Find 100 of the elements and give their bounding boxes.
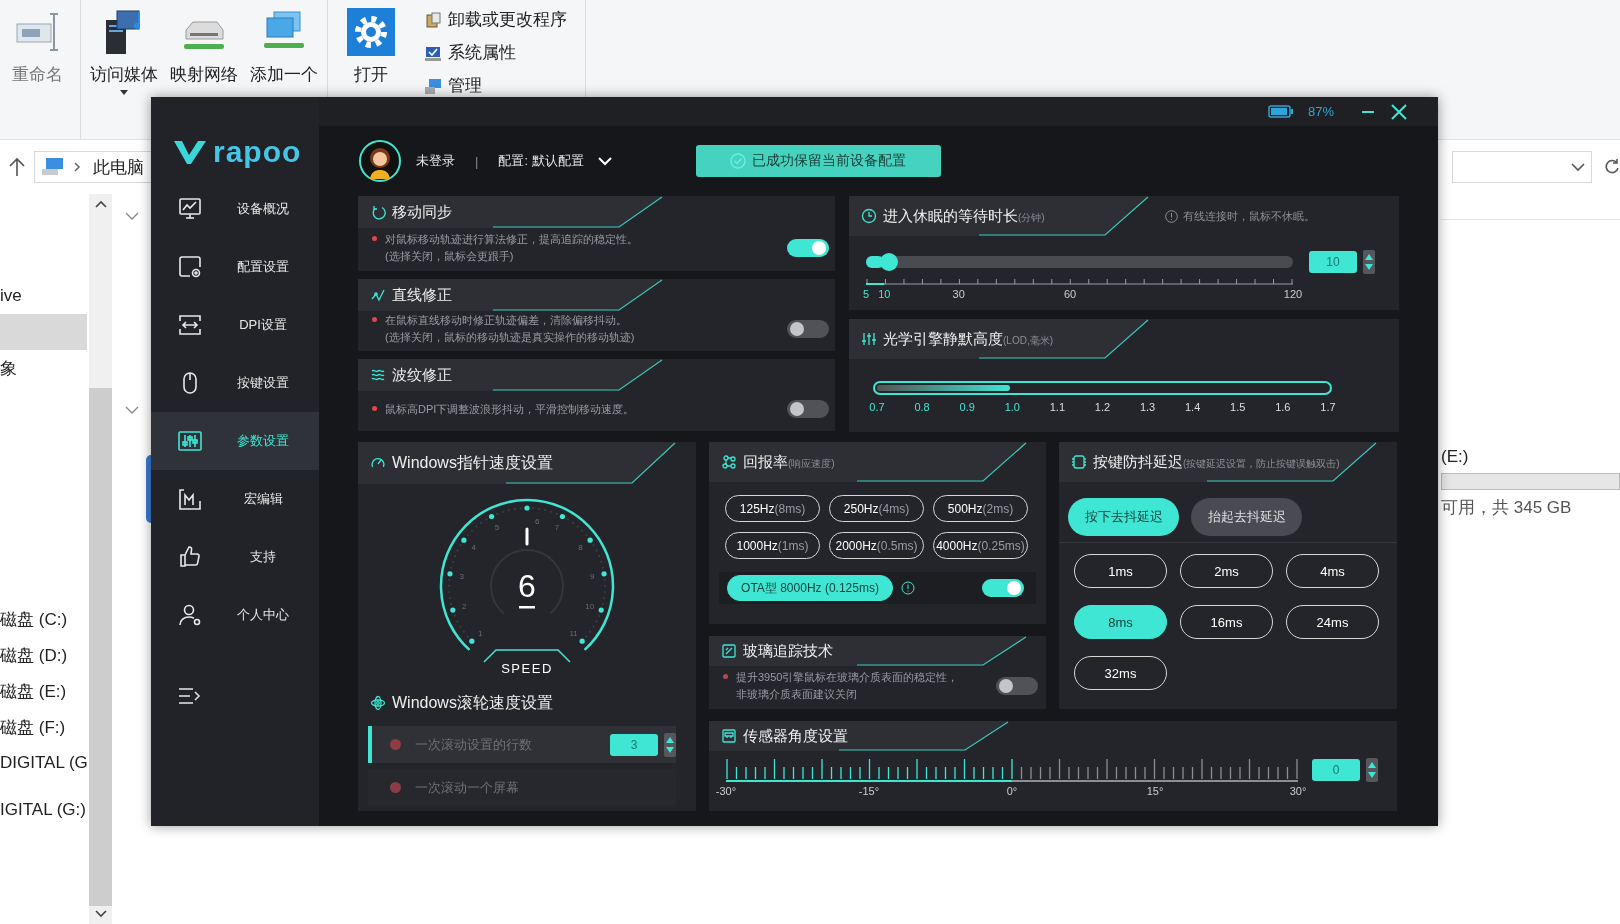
toggle-switch[interactable] (787, 238, 829, 257)
ribbon-link[interactable]: 系统属性 (424, 41, 567, 64)
resize-arrows-icon (177, 312, 203, 338)
delay-option[interactable]: 8ms (1074, 605, 1167, 639)
ribbon-button[interactable]: 重命名 (0, 4, 76, 86)
dial-scale-label: 10 (585, 602, 595, 612)
description-text: (选择关闭，鼠标会更跟手) (385, 248, 514, 264)
tree-item[interactable]: 磁盘 (C:) (0, 601, 87, 637)
tree-item[interactable]: ive (0, 278, 87, 314)
section-title: 传感器角度设置 (743, 726, 848, 746)
expand-chevron-icon[interactable] (125, 212, 139, 220)
waves-icon (370, 367, 386, 383)
axis-label: 1.0 (1003, 401, 1021, 413)
bullet-dot (372, 405, 377, 411)
radio-dot (390, 782, 401, 793)
section-title: 光学引擎静默高度(LOD,毫米) (883, 329, 1053, 349)
expand-chevron-icon[interactable] (125, 406, 139, 414)
axis-label: 120 (1283, 288, 1303, 300)
tree-item[interactable]: 象 (0, 350, 87, 386)
tree-item[interactable]: IGITAL (G:) (0, 792, 87, 828)
tree-item[interactable]: 磁盘 (D:) (0, 637, 87, 673)
section-title: Windows滚轮速度设置 (392, 692, 553, 713)
toggle-switch[interactable] (996, 676, 1038, 695)
sliders-icon (861, 331, 877, 347)
axis-label: 0.9 (958, 401, 976, 413)
ribbon-button[interactable]: 访问媒体 (85, 4, 163, 103)
tree-item[interactable]: 磁盘 (E:) (0, 673, 87, 709)
refresh-icon[interactable] (1604, 158, 1620, 176)
axis-label: -15° (858, 785, 880, 797)
description-text: 对鼠标移动轨迹进行算法修正，提高追踪的稳定性。 (385, 231, 638, 247)
ribbon-button[interactable]: 打开 (332, 4, 410, 86)
clock-icon (861, 208, 877, 224)
axis-label: 30 (952, 288, 965, 300)
rate-option[interactable]: OTA型 8000Hz (0.125ms) (727, 575, 893, 601)
toggle-switch[interactable] (787, 320, 829, 338)
mode-option[interactable]: 抬起去抖延迟 (1191, 498, 1302, 536)
logo-text: rapoo (213, 136, 302, 167)
dial-needle (525, 527, 529, 546)
mode-option[interactable]: 按下去抖延迟 (1068, 498, 1179, 536)
monitor-chart-icon (177, 196, 203, 222)
sidebar-item[interactable]: 配置设置 (151, 238, 319, 296)
status-banner[interactable]: 已成功保留当前设备配置 (695, 145, 941, 177)
computer-icon (41, 157, 65, 177)
axis-label: 1.3 (1138, 401, 1157, 413)
sidebar-item[interactable]: 按键设置 (151, 354, 319, 412)
bullet-dot (372, 317, 377, 322)
tree-item[interactable]: 磁盘 (F:) (0, 709, 87, 745)
logo-icon (173, 138, 207, 165)
stepper-icon[interactable] (664, 732, 676, 757)
slider-track[interactable] (873, 381, 1332, 395)
chevron-down-icon[interactable] (597, 156, 612, 166)
sidebar-item[interactable]: 宏编辑 (151, 470, 319, 528)
section-title: 移动同步 (392, 202, 452, 222)
zigzag-icon (370, 287, 386, 303)
dial-caption: SPEED (501, 661, 553, 676)
number-field[interactable]: 0 (1312, 758, 1360, 781)
stepper-icon[interactable] (1363, 250, 1375, 274)
sidebar-item[interactable]: 设备概况 (151, 180, 319, 238)
axis-label: 30° (1289, 785, 1307, 797)
close-icon[interactable] (1390, 102, 1408, 121)
info-icon (901, 581, 915, 595)
toggle-switch[interactable] (787, 400, 829, 418)
dial-scale-label: 1 (478, 628, 483, 638)
sidebar-item[interactable]: DPI设置 (151, 296, 319, 354)
scrollbar[interactable] (89, 194, 112, 924)
sidebar-item[interactable]: 支持 (151, 528, 319, 586)
axis-label: 1.2 (1093, 401, 1112, 413)
capacity-text: 可用，共 345 GB (1441, 497, 1573, 519)
macro-icon (177, 486, 203, 512)
slider-track[interactable] (866, 256, 1293, 268)
axis-label: 1.1 (1048, 401, 1066, 413)
ribbon-button[interactable]: 添加一个 (245, 4, 323, 86)
nodes-icon (721, 454, 737, 470)
speed-dial[interactable] (439, 498, 615, 663)
sidebar-item[interactable]: 参数设置 (151, 412, 319, 470)
axis-label: 0° (1006, 785, 1018, 797)
chip-icon (1071, 454, 1087, 470)
axis-label: -30° (715, 785, 737, 797)
address-bar[interactable]: 此电脑 (34, 151, 152, 183)
toggle-switch[interactable] (982, 579, 1024, 597)
user-status: 未登录 (416, 152, 455, 170)
section-title: 进入休眠的等待时长(分钟) (883, 206, 1045, 226)
stepper-icon[interactable] (1366, 757, 1378, 782)
dial-scale-label: 5 (494, 523, 500, 533)
section-title: 玻璃追踪技术 (743, 641, 833, 661)
dial-scale-label: 11 (569, 628, 578, 638)
ribbon-link[interactable]: 卸载或更改程序 (424, 8, 567, 31)
axis-label: 1.4 (1184, 401, 1202, 413)
battery-icon (1267, 105, 1294, 118)
section-title: Windows指针速度设置 (392, 452, 553, 473)
ribbon-button[interactable]: 映射网络 (165, 4, 243, 86)
bullet-dot (723, 673, 728, 679)
slider-thumb[interactable] (880, 253, 899, 271)
tree-item[interactable]: DIGITAL (G (0, 745, 87, 781)
profile-selector[interactable]: 配置: 默认配置 (498, 152, 584, 170)
sidebar-item[interactable]: 个人中心 (151, 586, 319, 644)
info-icon (1165, 210, 1178, 223)
computer-manage-icon (424, 76, 442, 95)
check-circle-icon (730, 153, 747, 169)
ribbon-link[interactable]: 管理 (424, 74, 567, 97)
